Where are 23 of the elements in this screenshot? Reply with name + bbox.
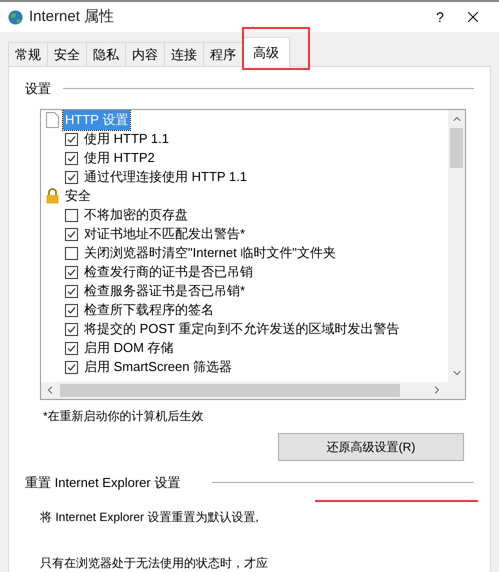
option-label: 将提交的 POST 重定向到不允许发送的区域时发出警告: [84, 320, 400, 338]
window-title: Internet 属性: [29, 6, 114, 27]
reset-description: 只有在浏览器处于无法使用的状态时，才应: [40, 555, 268, 572]
option-label: 不将加密的页存盘: [84, 206, 188, 224]
option-label: 对证书地址不匹配发出警告*: [84, 225, 246, 244]
reset-description: 将 Internet Explorer 设置重置为默认设置,: [40, 509, 259, 526]
option-label: 通过代理连接使用 HTTP 1.1: [84, 168, 248, 186]
restore-button[interactable]: 还原高级设置(R): [278, 432, 464, 460]
option-label: 启用 SmartScreen 筛选器: [84, 358, 232, 376]
group-label: 设置: [25, 80, 51, 98]
option-label: 检查服务器证书是否已吊销*: [84, 282, 246, 300]
tab[interactable]: 高级: [242, 37, 290, 67]
option-label: 使用 HTTP 1.1: [84, 130, 170, 148]
restart-note: *在重新启动你的计算机后生效: [43, 408, 205, 424]
tab[interactable]: 常规: [8, 42, 48, 66]
option-label: 使用 HTTP2: [84, 149, 155, 168]
option-label: 检查发行商的证书是否已吊销: [84, 263, 253, 282]
option-label: 启用 DOM 存储: [84, 339, 174, 358]
option-label: 检查所下载程序的签名: [84, 301, 214, 320]
group-label: 重置 Internet Explorer 设置: [25, 474, 180, 492]
help-button[interactable]: ?: [425, 6, 455, 28]
option-label: 关闭浏览器时清空"Internet 临时文件"文件夹: [84, 244, 336, 262]
category-item[interactable]: 安全: [63, 186, 93, 206]
